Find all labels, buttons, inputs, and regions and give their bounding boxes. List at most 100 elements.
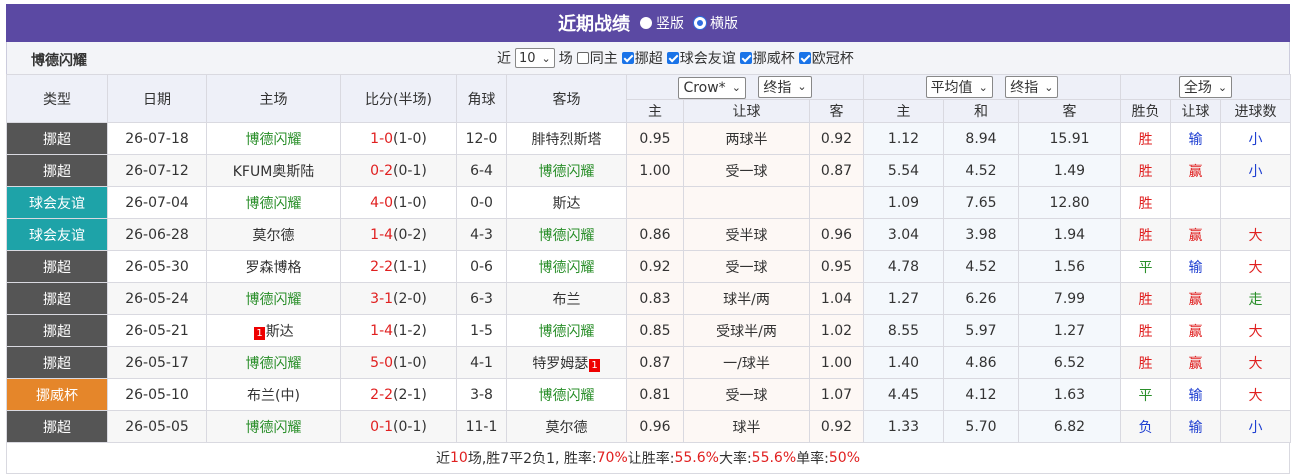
handicap-type-select[interactable]: 终指 ⌄ (758, 75, 812, 98)
red-card-badge: 1 (589, 358, 600, 372)
eu-draw-odds: 4.52 (943, 154, 1020, 187)
team-link[interactable]: 特罗姆瑟 (532, 356, 588, 372)
col-eu-away: 客 (1018, 99, 1122, 123)
red-card-badge: 1 (254, 326, 265, 340)
ah-away-odds: 1.07 (808, 378, 865, 411)
view-vertical-option[interactable]: 竖版 (640, 13, 684, 33)
eu-draw-odds: 7.65 (943, 186, 1020, 219)
full-score[interactable]: 1-4 (370, 323, 393, 339)
eu-draw-odds: 6.26 (943, 282, 1020, 315)
team-link[interactable]: 莫尔德 (253, 228, 295, 244)
col-away: 客场 (506, 74, 627, 123)
company-select[interactable]: Crow* ⌄ (678, 76, 746, 99)
team-link[interactable]: 博德闪耀 (246, 292, 302, 308)
full-score[interactable]: 3-1 (370, 291, 393, 307)
radio-off-icon[interactable] (640, 17, 652, 29)
eu-home-odds: 5.54 (863, 154, 945, 187)
match-date: 26-05-21 (107, 314, 207, 347)
full-score[interactable]: 2-2 (370, 387, 393, 403)
ah-line: 球半 (683, 410, 810, 443)
home-team-cell: 博德闪耀 (206, 282, 341, 315)
team-link[interactable]: 布兰(中) (247, 388, 300, 404)
team-link[interactable]: 博德闪耀 (539, 164, 595, 180)
full-score[interactable]: 5-0 (370, 355, 393, 371)
team-link[interactable]: 博德闪耀 (246, 196, 302, 212)
col-result: 胜负 (1120, 99, 1172, 123)
summary-games: 10 (450, 450, 468, 466)
col-hc-result: 让球 (1170, 99, 1222, 123)
chevron-down-icon: ⌄ (1217, 80, 1228, 94)
full-score[interactable]: 0-1 (370, 419, 393, 435)
team-link[interactable]: 斯达 (266, 324, 294, 340)
match-date: 26-07-12 (107, 154, 207, 187)
over-under-result: 小 (1248, 163, 1263, 180)
team-link[interactable]: 布兰 (553, 292, 581, 308)
comp2-checkbox[interactable] (666, 52, 679, 64)
team-link[interactable]: 博德闪耀 (539, 324, 595, 340)
summary-text: 单率: (796, 451, 829, 467)
view-horizontal-option[interactable]: 横版 (694, 13, 738, 33)
full-score[interactable]: 1-4 (370, 227, 393, 243)
match-date: 26-07-04 (107, 186, 207, 219)
ah-away-odds: 1.00 (808, 346, 865, 379)
full-score[interactable]: 4-0 (370, 195, 393, 211)
match-type[interactable]: 挪超 (6, 282, 108, 315)
full-score[interactable]: 0-2 (370, 163, 393, 179)
europe-type-select[interactable]: 终指 ⌄ (1005, 76, 1059, 98)
half-score: (1-1) (393, 258, 427, 275)
comp4-checkbox[interactable] (798, 52, 811, 64)
team-link[interactable]: 莫尔德 (546, 420, 588, 436)
score-cell: 1-4(0-2) (340, 218, 457, 251)
scope-select[interactable]: 全场 ⌄ (1178, 76, 1233, 98)
match-type[interactable]: 球会友谊 (6, 186, 108, 219)
score-cell: 1-0(1-0) (340, 122, 457, 155)
radio-on-icon[interactable] (694, 17, 706, 29)
match-type[interactable]: 挪超 (6, 122, 108, 155)
same-home-checkbox[interactable] (576, 52, 589, 64)
match-type[interactable]: 球会友谊 (6, 218, 108, 251)
comp1-checkbox[interactable] (621, 52, 634, 64)
hc-result-cell: 输 (1170, 122, 1222, 155)
full-score[interactable]: 2-2 (370, 259, 393, 275)
team-link[interactable]: KFUM奥斯陆 (233, 164, 315, 180)
average-select[interactable]: 平均值 ⌄ (925, 76, 993, 98)
away-team-cell: 特罗姆瑟 1 (506, 346, 627, 379)
team-link[interactable]: 罗森博格 (246, 260, 302, 276)
match-count-select[interactable]: 10 ⌄ (515, 48, 555, 68)
corner-cell: 3-8 (456, 378, 507, 411)
match-type[interactable]: 挪超 (6, 410, 108, 443)
team-link[interactable]: 博德闪耀 (539, 260, 595, 276)
team-link[interactable]: 腓特烈斯塔 (532, 132, 602, 148)
team-link[interactable]: 斯达 (553, 196, 581, 212)
ah-away-odds: 1.04 (808, 282, 865, 315)
filter-row: 博德闪耀 近 10 ⌄ 场 同主 挪超 球会友谊 挪威杯 欧冠杯 (6, 42, 1290, 74)
match-type[interactable]: 挪威杯 (6, 378, 108, 411)
full-score[interactable]: 1-0 (370, 131, 393, 147)
team-link[interactable]: 博德闪耀 (246, 420, 302, 436)
team-link[interactable]: 博德闪耀 (539, 228, 595, 244)
score-cell: 5-0(1-0) (340, 346, 457, 379)
recent-record-panel: 近期战绩 竖版 横版 博德闪耀 近 10 ⌄ 场 同主 挪超 球会友谊 挪威杯 欧… (6, 4, 1292, 474)
half-score: (2-1) (393, 386, 427, 403)
team-link[interactable]: 博德闪耀 (539, 388, 595, 404)
comp3-checkbox[interactable] (739, 52, 752, 64)
team-link[interactable]: 博德闪耀 (246, 132, 302, 148)
corner-cell: 0-0 (456, 186, 507, 219)
team-link[interactable]: 博德闪耀 (246, 356, 302, 372)
table-row: 挪超 26-05-21 1 斯达 1-4(1-2) 1-5 博德闪耀 0.85 受球半/两 1.0… (6, 314, 1292, 347)
goals-result-cell (1220, 186, 1292, 219)
match-type[interactable]: 挪超 (6, 154, 108, 187)
home-team-cell: 博德闪耀 (206, 186, 341, 219)
match-table: 类型 日期 主场 比分(半场) 角球 客场 Crow* ⌄ 终指 ⌄ 平均值 ⌄ 终指… (6, 74, 1292, 443)
ah-line: 受一球 (683, 154, 810, 187)
away-team-cell: 博德闪耀 (506, 154, 627, 187)
ah-home-odds: 0.81 (626, 378, 684, 411)
score-cell: 1-4(1-2) (340, 314, 457, 347)
ah-home-odds: 0.83 (626, 282, 684, 315)
ah-line (683, 186, 810, 219)
over-under-result: 大 (1248, 387, 1263, 404)
match-type[interactable]: 挪超 (6, 314, 108, 347)
col-date: 日期 (107, 74, 207, 123)
match-type[interactable]: 挪超 (6, 346, 108, 379)
match-type[interactable]: 挪超 (6, 250, 108, 283)
